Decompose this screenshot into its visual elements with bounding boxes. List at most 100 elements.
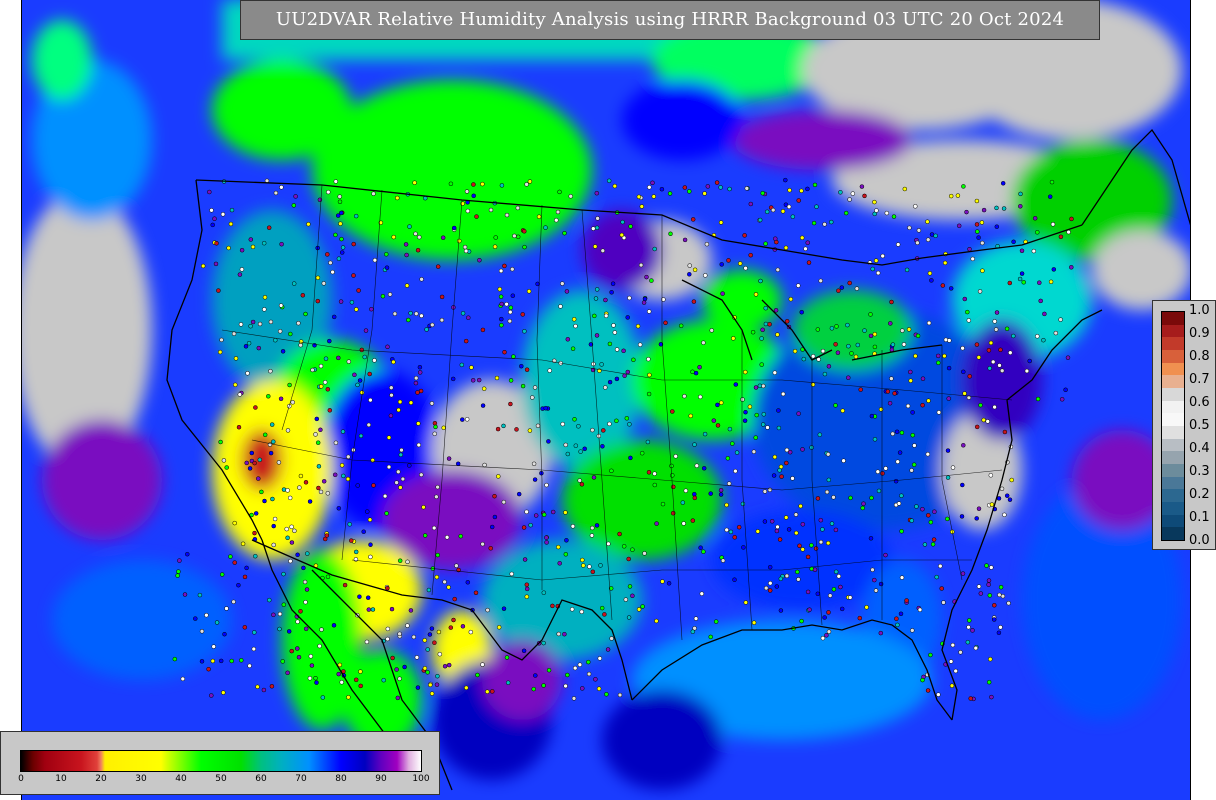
station-marker (389, 606, 395, 612)
station-marker (1011, 239, 1016, 245)
station-marker (760, 327, 765, 333)
station-marker (600, 444, 605, 449)
station-marker (515, 234, 521, 240)
station-marker (407, 224, 412, 229)
station-marker (431, 525, 437, 531)
station-marker (578, 449, 583, 454)
station-marker (805, 589, 811, 595)
station-marker (568, 194, 573, 199)
station-marker (1018, 191, 1023, 197)
station-marker (942, 260, 948, 266)
station-marker (836, 288, 841, 293)
station-marker (1053, 330, 1059, 336)
station-marker (565, 672, 570, 678)
station-marker (925, 237, 931, 242)
station-marker (546, 667, 552, 673)
station-marker (463, 338, 469, 344)
station-marker (463, 248, 469, 254)
station-marker (353, 549, 359, 555)
station-marker (833, 527, 839, 533)
station-marker (694, 463, 700, 468)
station-marker (942, 353, 947, 359)
station-marker (822, 371, 828, 377)
station-marker (231, 599, 236, 605)
station-marker (1000, 181, 1006, 186)
station-marker (960, 345, 965, 351)
station-marker (300, 293, 306, 298)
station-marker (572, 665, 578, 671)
station-marker (389, 385, 394, 390)
station-marker (207, 189, 212, 195)
station-marker (261, 240, 267, 246)
station-marker (991, 617, 997, 622)
station-marker (331, 314, 337, 320)
station-marker (975, 229, 980, 234)
station-marker (763, 241, 768, 246)
station-marker (1048, 279, 1054, 285)
probability-tick-label: 0.3 (1189, 464, 1210, 479)
station-marker (363, 328, 369, 333)
station-marker (535, 423, 541, 429)
station-marker (384, 252, 389, 257)
station-marker (894, 616, 899, 621)
station-marker (219, 572, 225, 577)
station-marker (417, 370, 423, 375)
station-marker (997, 363, 1002, 368)
station-marker (240, 541, 246, 547)
station-marker (582, 446, 587, 452)
station-marker (701, 466, 707, 471)
station-marker (504, 301, 509, 307)
station-marker (703, 273, 708, 278)
station-marker (358, 669, 363, 674)
station-marker (414, 655, 420, 660)
station-marker (426, 587, 432, 593)
station-marker (602, 612, 607, 617)
station-marker (743, 369, 748, 375)
station-marker (626, 615, 632, 620)
station-marker (242, 625, 248, 630)
station-marker (522, 329, 527, 334)
station-marker (784, 319, 790, 324)
station-marker (305, 551, 310, 556)
station-marker (708, 634, 713, 640)
station-marker (701, 549, 706, 554)
station-marker (945, 475, 951, 480)
station-marker (760, 190, 765, 196)
station-marker (532, 477, 538, 482)
station-marker (762, 489, 768, 494)
station-marker (236, 424, 242, 430)
station-marker (624, 416, 630, 421)
station-marker (1002, 512, 1007, 518)
station-marker (861, 501, 866, 506)
station-marker (625, 315, 630, 320)
station-marker (875, 270, 881, 276)
station-marker (422, 666, 428, 671)
station-marker (807, 607, 812, 612)
station-marker (498, 268, 504, 274)
station-marker (547, 368, 552, 373)
station-marker (407, 463, 412, 468)
station-marker (193, 616, 198, 621)
station-marker (391, 359, 396, 365)
station-marker (515, 205, 521, 211)
station-marker (847, 595, 853, 600)
station-marker (469, 365, 474, 370)
station-marker (751, 620, 757, 625)
station-marker (465, 580, 471, 585)
station-marker (986, 348, 992, 353)
station-marker (948, 286, 954, 291)
station-marker (997, 592, 1002, 598)
station-marker (663, 320, 668, 326)
station-marker (399, 447, 404, 453)
station-marker (895, 459, 900, 464)
station-marker (351, 273, 356, 278)
station-marker (899, 493, 904, 498)
station-marker (425, 647, 430, 652)
station-marker (429, 691, 435, 696)
station-marker (697, 364, 702, 370)
station-marker (527, 179, 533, 184)
station-marker (580, 686, 585, 691)
station-marker (521, 648, 527, 654)
station-marker (539, 470, 544, 476)
station-marker (687, 189, 692, 194)
